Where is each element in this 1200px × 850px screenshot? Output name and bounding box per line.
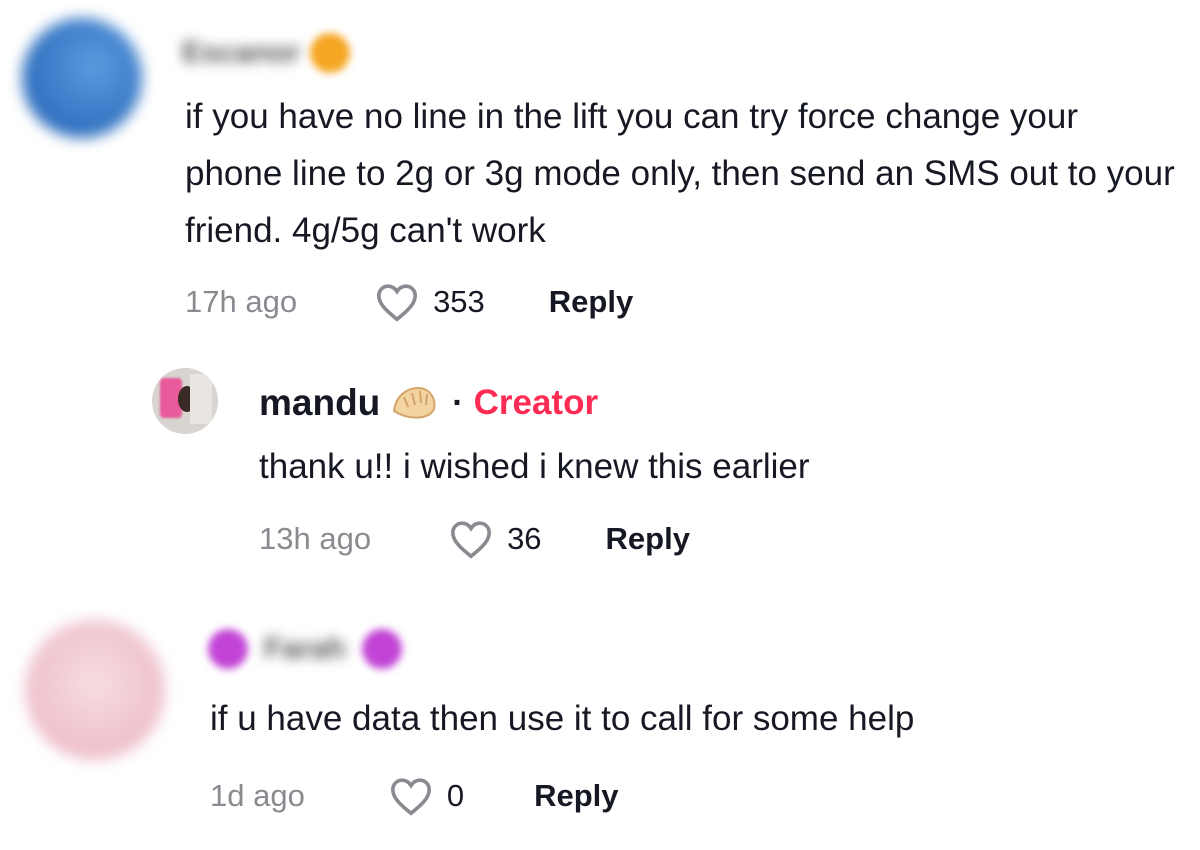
comment-username[interactable]: mandu <box>259 382 380 424</box>
emoji-icon <box>208 629 248 669</box>
comment-text: if you have no line in the lift you can … <box>185 97 1175 250</box>
comment-text: thank u!! i wished i knew this earlier <box>259 447 810 486</box>
comment-timestamp: 13h ago <box>259 521 372 556</box>
heart-icon <box>451 521 492 559</box>
like-count: 0 <box>446 778 465 813</box>
comment-timestamp: 17h ago <box>185 284 298 319</box>
like-button[interactable]: 0 <box>389 776 464 816</box>
comment-meta: 13h ago 36 Reply <box>259 517 690 561</box>
dumpling-emoji-icon <box>393 387 436 419</box>
like-button[interactable]: 353 <box>375 282 485 322</box>
comment-username-row: mandu · Creator <box>259 378 598 428</box>
comment-username[interactable]: Farah <box>264 632 346 666</box>
reply-button[interactable]: Reply <box>606 521 690 557</box>
avatar[interactable] <box>22 18 142 138</box>
emoji-icon <box>310 33 351 73</box>
like-button[interactable]: 36 <box>449 519 542 559</box>
comment-meta: 1d ago 0 Reply <box>210 774 619 818</box>
reply-button[interactable]: Reply <box>534 778 618 814</box>
comment-timestamp: 1d ago <box>210 778 305 813</box>
reply-button[interactable]: Reply <box>549 284 633 320</box>
creator-badge: Creator <box>473 383 599 422</box>
like-count: 36 <box>507 521 542 556</box>
like-count: 353 <box>433 284 485 319</box>
badge-separator: · <box>452 383 464 422</box>
heart-icon <box>377 284 418 322</box>
avatar[interactable] <box>152 368 218 434</box>
comment-username-row: Escanor <box>182 28 351 78</box>
comment-username-row: Farah <box>208 624 402 674</box>
emoji-icon <box>361 629 402 669</box>
comment-text: if u have data then use it to call for s… <box>210 699 915 738</box>
heart-icon <box>390 778 431 816</box>
avatar[interactable] <box>25 620 165 760</box>
comment-username[interactable]: Escanor <box>182 36 300 70</box>
comment-meta: 17h ago 353 Reply <box>185 280 633 324</box>
